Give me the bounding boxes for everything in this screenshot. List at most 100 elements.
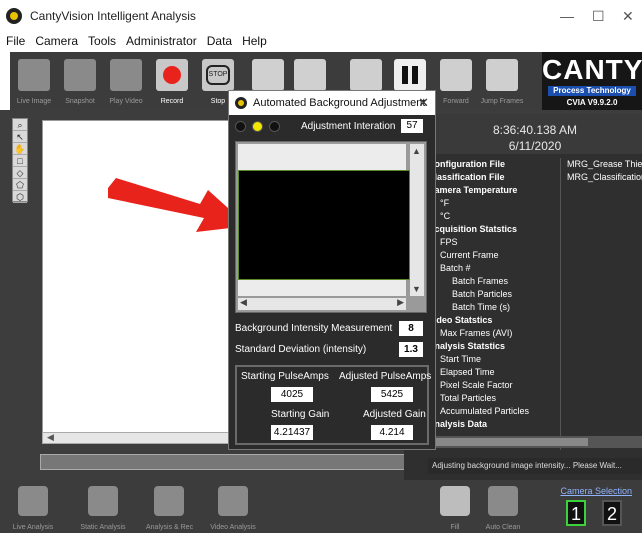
hand-icon[interactable]: ✋ [13, 143, 27, 155]
dialog-title: Automated Background Adjustment [253, 97, 426, 109]
config-file-value: MRG_Grease Thief_Cl [567, 159, 642, 169]
tree-item[interactable]: Elapsed Time [428, 366, 558, 379]
tree-item[interactable]: Batch Frames [428, 275, 558, 288]
tree-item[interactable]: Analysis Data [428, 418, 558, 431]
live-analysis-button[interactable]: Live Analysis [10, 484, 56, 532]
title-bar: CantyVision Intelligent Analysis — ☐ ✕ [0, 0, 642, 32]
clock-date: 6/11/2020 [508, 139, 562, 153]
scroll-down-icon[interactable]: ▼ [412, 284, 421, 294]
tree-item[interactable]: Total Particles [428, 392, 558, 405]
status-leds [235, 121, 286, 132]
tree-item[interactable]: Acquisition Statstics [428, 223, 558, 236]
analysis-rec-button[interactable]: Analysis & Rec [146, 484, 193, 532]
tree-item[interactable]: Pixel Scale Factor [428, 379, 558, 392]
scroll-left-icon[interactable]: ◀ [240, 297, 247, 308]
tree-item[interactable]: °C [428, 210, 558, 223]
auto-clean-button[interactable]: Auto Clean [480, 484, 526, 532]
menu-tools[interactable]: Tools [88, 34, 116, 48]
static-analysis-button[interactable]: Static Analysis [80, 484, 126, 532]
snapshot-label: Snapshot [65, 98, 95, 105]
stats-scrollbar[interactable] [428, 436, 642, 448]
video-analysis-label: Video Analysis [210, 524, 256, 531]
stats-tree: Configuration File Classification File C… [428, 158, 558, 450]
stats-values: MRG_Grease Thief_Cl MRG_Classification.c… [560, 158, 642, 450]
download-icon [294, 59, 326, 91]
gain-group: Starting PulseAmps Adjusted PulseAmps 40… [235, 365, 431, 445]
camera-selection: Camera Selection 1 2 [554, 486, 632, 530]
preview-vscroll[interactable]: ▲ ▼ [410, 144, 424, 296]
close-button[interactable]: ✕ [622, 8, 634, 25]
tree-item[interactable]: Start Time [428, 353, 558, 366]
adjusted-gain-label: Adjusted Gain [363, 409, 426, 420]
tree-item[interactable]: Configuration File [428, 158, 558, 171]
tree-item[interactable]: Video Statstics [428, 314, 558, 327]
bottom-toolbar: Live Analysis Static Analysis Analysis &… [0, 480, 642, 533]
zoom-icon[interactable]: ⌕ [13, 119, 27, 131]
minimize-button[interactable]: — [560, 8, 574, 24]
pause-icon [394, 59, 426, 91]
tree-item[interactable]: Batch # [428, 262, 558, 275]
forward-button[interactable]: Forward [434, 55, 478, 107]
starting-gain-label: Starting Gain [271, 409, 330, 420]
clock-time: 8:36:40.138 AM [492, 123, 578, 137]
record-label: Record [160, 98, 184, 105]
camera-1-button[interactable]: 1 [566, 500, 586, 526]
diamond-icon[interactable]: ◇ [13, 167, 27, 179]
tree-item[interactable]: Analysis Statstics [428, 340, 558, 353]
pointer-icon[interactable]: ↖ [13, 131, 27, 143]
hand-clean-icon [488, 486, 518, 516]
shape-icon[interactable]: ⬡ [13, 191, 27, 203]
preview-frame: ▲ ▼ ◀ ▶ [235, 141, 427, 313]
snapshot-button[interactable]: Snapshot [58, 55, 102, 107]
maximize-button[interactable]: ☐ [592, 8, 605, 25]
tree-item[interactable]: Accumulated Particles [428, 405, 558, 418]
record-lightning-icon [154, 486, 184, 516]
tree-item[interactable]: Current Frame [428, 249, 558, 262]
menu-file[interactable]: File [6, 34, 25, 48]
preview-hscroll[interactable]: ◀ ▶ [238, 297, 406, 310]
play-video-button[interactable]: Play Video [104, 55, 148, 107]
scroll-up-icon[interactable]: ▲ [412, 146, 421, 156]
stop-icon: STOP [202, 59, 234, 91]
menu-help[interactable]: Help [242, 34, 267, 48]
scroll-right-icon[interactable]: ▶ [397, 297, 404, 308]
camera-icon [18, 59, 50, 91]
iteration-label: Adjustment Interation [301, 121, 396, 132]
tree-item[interactable]: Batch Time (s) [428, 301, 558, 314]
menu-data[interactable]: Data [207, 34, 232, 48]
jump-frames-button[interactable]: Jump Frames [480, 55, 524, 107]
stddev-value: 1.3 [399, 342, 423, 357]
led-off-icon [235, 121, 246, 132]
film-icon [110, 59, 142, 91]
app-logo-icon [6, 8, 22, 24]
tree-item[interactable]: Classification File [428, 171, 558, 184]
video-analysis-button[interactable]: Video Analysis [210, 484, 256, 532]
scroll-left-icon[interactable]: ◀ [47, 432, 54, 443]
dialog-close-button[interactable]: ✕ [418, 95, 429, 111]
camera-selection-label: Camera Selection [560, 486, 632, 496]
record-button[interactable]: Record [150, 55, 194, 107]
adjusted-pulseamps-value: 5425 [371, 387, 413, 402]
polygon-icon[interactable]: ⬠ [13, 179, 27, 191]
menu-administrator[interactable]: Administrator [126, 34, 197, 48]
menu-bar: File Camera Tools Administrator Data Hel… [0, 32, 642, 50]
tree-item[interactable]: Batch Particles [428, 288, 558, 301]
tree-item[interactable]: Max Frames (AVI) [428, 327, 558, 340]
preview-area [238, 144, 410, 296]
menu-camera[interactable]: Camera [35, 34, 78, 48]
fill-button[interactable]: Fill [432, 484, 478, 532]
intensity-label: Background Intensity Measurement [235, 323, 393, 334]
dialog-app-icon [235, 97, 247, 109]
live-image-label: Live Image [16, 98, 52, 105]
scroll-thumb[interactable] [428, 438, 588, 446]
iteration-value: 57 [401, 119, 423, 133]
tree-item[interactable]: °F [428, 197, 558, 210]
tree-item[interactable]: Camera Temperature [428, 184, 558, 197]
live-image-button[interactable]: Live Image [12, 55, 56, 107]
rectangle-icon[interactable]: □ [13, 155, 27, 167]
camera-2-button[interactable]: 2 [602, 500, 622, 526]
auto-clean-label: Auto Clean [485, 524, 521, 531]
intensity-value: 8 [399, 321, 423, 336]
tree-item[interactable]: FPS [428, 236, 558, 249]
led-yellow-icon [252, 121, 263, 132]
